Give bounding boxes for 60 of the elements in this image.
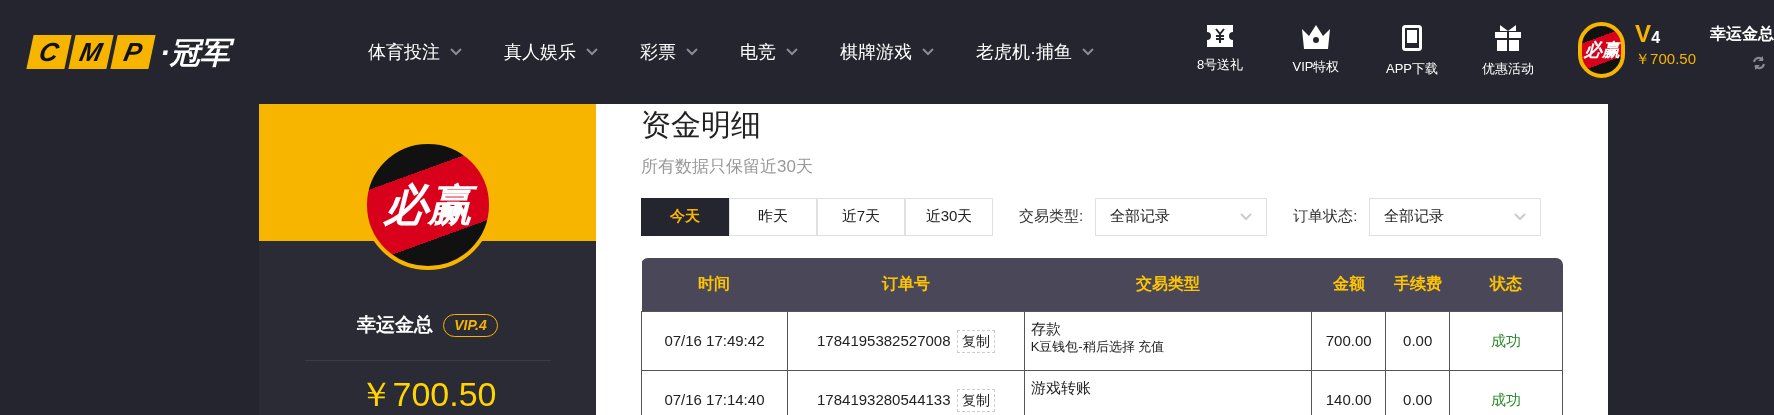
logo-letter: C bbox=[26, 35, 72, 69]
quick-link[interactable]: VIP特权 bbox=[1268, 25, 1364, 79]
column-header: 交易类型 bbox=[1024, 257, 1312, 312]
transaction-type: 游戏转账 bbox=[1030, 379, 1092, 398]
table-cell: 0.00 bbox=[1385, 311, 1450, 371]
table-cell: 07/16 17:14:40 bbox=[641, 370, 788, 415]
period-tab[interactable]: 今天 bbox=[641, 197, 729, 236]
chevron-down-icon bbox=[1514, 212, 1527, 221]
quick-link[interactable]: 8号送礼 bbox=[1172, 25, 1268, 79]
transaction-type: 存款 bbox=[1030, 320, 1062, 339]
copy-button[interactable]: 复制 bbox=[956, 388, 995, 412]
table-cell: 700.00 bbox=[1311, 311, 1386, 371]
chevron-down-icon bbox=[450, 48, 462, 56]
quick-link[interactable]: APP下载 bbox=[1364, 25, 1460, 79]
logo-letter: P bbox=[110, 35, 156, 69]
copy-button[interactable]: 复制 bbox=[956, 329, 995, 353]
period-tab[interactable]: 近30天 bbox=[905, 197, 993, 236]
filter-dropdown[interactable]: 全部记录 bbox=[1095, 197, 1268, 236]
filter-label: 订单状态: bbox=[1293, 206, 1358, 227]
nav-menu-item[interactable]: 体育投注 bbox=[368, 38, 504, 66]
user-avatar: 必赢 bbox=[1578, 22, 1626, 78]
page-title: 资金明细 bbox=[641, 110, 762, 140]
table-cell: 07/16 17:49:42 bbox=[641, 311, 788, 371]
chevron-down-icon bbox=[1082, 48, 1094, 56]
chevron-down-icon bbox=[686, 48, 698, 56]
nav-menu-item[interactable]: 老虎机·捕鱼 bbox=[976, 38, 1136, 66]
column-header: 订单号 bbox=[787, 257, 1025, 312]
chevron-down-icon bbox=[786, 48, 798, 56]
column-header: 时间 bbox=[641, 257, 788, 312]
period-tab[interactable]: 近7天 bbox=[817, 197, 905, 236]
logo-letter: M bbox=[68, 35, 114, 69]
nav-menu-item[interactable]: 棋牌游戏 bbox=[840, 38, 976, 66]
gift-icon bbox=[1495, 25, 1521, 52]
order-number: 1784193280544133 bbox=[817, 389, 951, 410]
column-header: 状态 bbox=[1449, 257, 1563, 312]
column-header: 手续费 bbox=[1385, 257, 1450, 312]
page-subtitle: 所有数据只保留近30天 bbox=[641, 156, 814, 178]
period-tab[interactable]: 昨天 bbox=[729, 197, 817, 236]
refresh-icon[interactable] bbox=[1752, 56, 1766, 70]
order-number: 1784195382527008 bbox=[817, 330, 951, 351]
chevron-down-icon bbox=[586, 48, 598, 56]
user-name: 幸运金总 bbox=[1710, 24, 1774, 44]
status-text: 成功 bbox=[1449, 311, 1563, 371]
vip-level: V4 bbox=[1635, 22, 1662, 46]
quick-link[interactable]: 优惠活动 bbox=[1460, 25, 1556, 79]
balance-amount: ￥700.50 bbox=[358, 376, 497, 411]
column-header: 金额 bbox=[1311, 257, 1386, 312]
nav-menu-item[interactable]: 真人娱乐 bbox=[504, 38, 640, 66]
balance-amount: ￥700.50 bbox=[1635, 49, 1696, 69]
nav-menu-item[interactable]: 电竞 bbox=[740, 38, 840, 66]
chevron-down-icon bbox=[1240, 212, 1253, 221]
crown-icon bbox=[1302, 25, 1330, 50]
ticket-icon bbox=[1207, 25, 1233, 48]
nav-menu-item[interactable]: 彩票 bbox=[640, 38, 740, 66]
filter-label: 交易类型: bbox=[1019, 206, 1084, 227]
chevron-down-icon bbox=[922, 48, 934, 56]
user-name: 幸运金总 bbox=[357, 313, 434, 337]
tablet-icon bbox=[1402, 25, 1422, 52]
filter-dropdown[interactable]: 全部记录 bbox=[1369, 197, 1542, 236]
transaction-detail: K豆钱包-稍后选择 充值 bbox=[1030, 338, 1166, 355]
